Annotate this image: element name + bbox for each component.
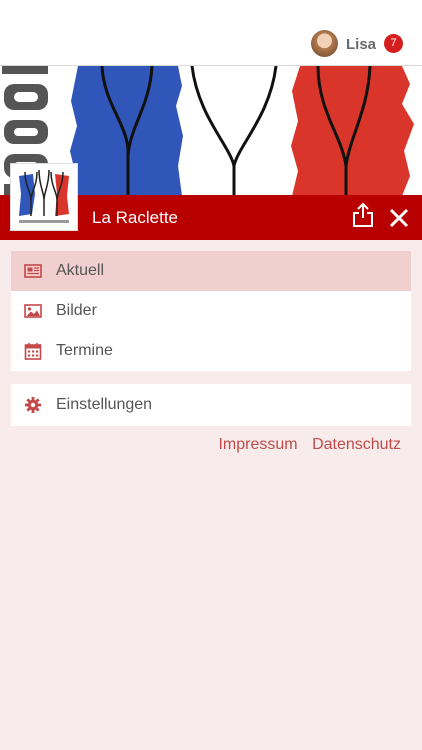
datenschutz-link[interactable]: Datenschutz — [312, 436, 401, 453]
user-avatar[interactable] — [311, 30, 338, 57]
newspaper-icon — [24, 264, 42, 278]
menu-item-label: Bilder — [56, 302, 97, 319]
club-logo — [10, 163, 78, 231]
calendar-icon — [24, 343, 42, 360]
menu-item-aktuell[interactable]: Aktuell — [11, 251, 411, 291]
menu-item-termine[interactable]: Termine — [11, 331, 411, 371]
gear-icon — [25, 397, 41, 413]
user-name[interactable]: Lisa — [346, 36, 376, 53]
footer-links: Impressum Datenschutz — [208, 436, 401, 454]
settings-menu-card: Einstellungen — [11, 384, 411, 426]
main-menu-card: Aktuell Bilder Termine — [11, 251, 411, 371]
club-title: La Raclette — [92, 208, 178, 227]
menu-item-einstellungen[interactable]: Einstellungen — [11, 384, 411, 426]
notification-badge[interactable]: 7 — [384, 34, 403, 53]
close-icon[interactable] — [388, 207, 410, 229]
image-icon — [24, 304, 42, 318]
impressum-link[interactable]: Impressum — [218, 436, 297, 453]
share-icon[interactable] — [351, 202, 375, 228]
menu-item-bilder[interactable]: Bilder — [11, 291, 411, 331]
menu-item-label: Termine — [56, 342, 113, 359]
menu-item-label: Einstellungen — [56, 396, 153, 413]
menu-item-label: Aktuell — [56, 262, 105, 279]
top-bar: Lisa 7 — [0, 0, 422, 66]
